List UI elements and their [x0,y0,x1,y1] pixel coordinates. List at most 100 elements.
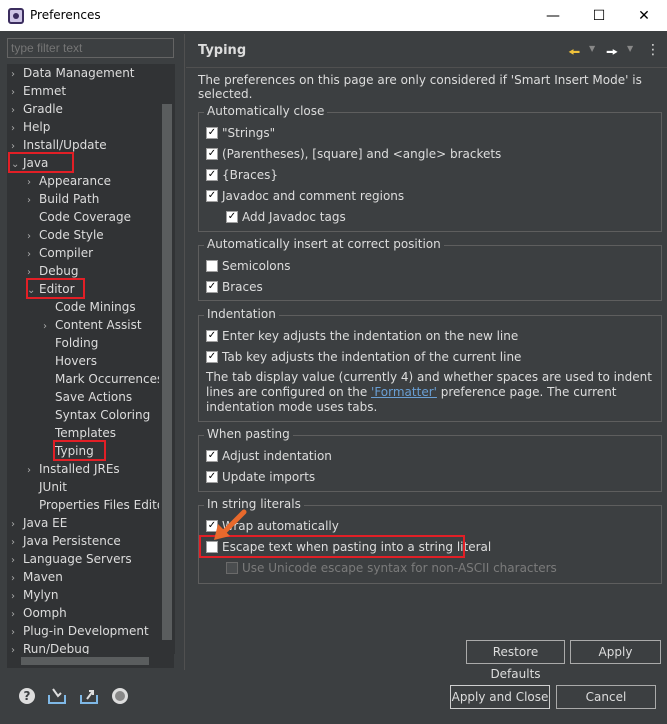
header-divider [186,67,667,68]
highlight-java [8,152,74,173]
view-menu-icon[interactable]: ⋮ [646,42,660,58]
checkbox-checked-icon[interactable]: ✓ [206,169,218,181]
tree-item-label: Hovers [55,354,98,368]
checkbox-checked-icon[interactable]: ✓ [206,127,218,139]
tree-item[interactable]: › Maven [11,568,63,586]
tree-item-label: JUnit [39,480,67,494]
tree-item-label: Compiler [39,246,94,260]
tree-item[interactable]: Folding [43,334,98,352]
tree-item-label: Data Management [23,66,135,80]
tree-item-label: Mylyn [23,588,59,602]
group-legend: Indentation [204,307,279,321]
back-arrow-icon[interactable]: 🠘 [568,42,580,66]
tree-item[interactable]: JUnit [27,478,67,496]
oomph-record-icon[interactable] [110,687,130,707]
close-button[interactable]: ✕ [621,0,667,31]
apply-and-close-button[interactable]: Apply and Close [450,685,550,709]
tree-item[interactable]: › Gradle [11,100,63,118]
scrollbar-thumb[interactable] [162,104,172,640]
tree-item[interactable]: Code Minings [43,298,136,316]
checkbox-checked-icon[interactable]: ✓ [206,190,218,202]
tree-item-label: Java EE [23,516,68,530]
tree-item[interactable]: › Emmet [11,82,66,100]
tree-item[interactable]: › Plug-in Development [11,622,149,640]
tree-item-label: Folding [55,336,99,350]
tree-item[interactable]: › Mylyn [11,586,59,604]
checkbox-checked-icon[interactable]: ✓ [206,450,218,462]
tree-item[interactable]: › Data Management [11,64,135,82]
forward-arrow-icon[interactable]: 🠚 [606,42,618,66]
window-title: Preferences [30,8,101,22]
tree-item[interactable]: › Build Path [27,190,99,208]
tree-item[interactable]: › Content Assist [43,316,142,334]
tree-item[interactable]: › Oomph [11,604,67,622]
checkbox-checked-icon[interactable]: ✓ [206,471,218,483]
collapsed-chevron-icon[interactable]: › [11,642,23,654]
group-legend: When pasting [204,427,293,441]
help-icon[interactable]: ? [17,687,37,707]
maximize-button[interactable]: ☐ [576,0,622,31]
tree-item[interactable]: › Code Style [27,226,104,244]
back-dropdown-icon[interactable]: ▼ [589,44,595,53]
checkbox-checked-icon[interactable]: ✓ [206,330,218,342]
tree-item-label: Code Minings [55,300,136,314]
forward-dropdown-icon[interactable]: ▼ [627,44,633,53]
checkbox-label: Enter key adjusts the indentation on the… [222,329,519,343]
checkbox-label: Braces [222,280,263,294]
checkbox-unchecked-icon[interactable] [206,260,218,272]
checkbox-checked-icon[interactable]: ✓ [206,351,218,363]
annotation-arrow-icon [214,509,247,540]
tree-item[interactable]: › Appearance [27,172,111,190]
tree-item[interactable]: › Language Servers [11,550,132,568]
minimize-button[interactable]: — [530,0,576,31]
tree-item-label: Java Persistence [23,534,121,548]
tree-item-label: Syntax Coloring [55,408,151,422]
tree-item-label: Appearance [39,174,112,188]
tree-item-label: Oomph [23,606,67,620]
highlight-typing [53,440,106,461]
checkbox-label: Add Javadoc tags [242,210,346,224]
cancel-button[interactable]: Cancel [556,685,656,709]
scrollbar-thumb[interactable] [21,657,149,665]
tree-item[interactable]: › Installed JREs [27,460,120,478]
tree-item[interactable]: Syntax Coloring [43,406,150,424]
tree-item[interactable]: › Help [11,118,50,136]
tree-item[interactable]: › Java Persistence [11,532,121,550]
checkbox-label: {Braces} [222,168,279,182]
tree-item[interactable]: Code Coverage [27,208,131,226]
tree-item-label: Mark Occurrences [55,372,164,386]
checkbox-label: "Strings" [222,126,276,140]
tree-item[interactable]: › Compiler [27,244,93,262]
tree-item[interactable]: Hovers [43,352,97,370]
checkbox-label: Javadoc and comment regions [222,189,405,203]
checkbox-label: Semicolons [222,259,291,273]
checkbox-checked-icon[interactable]: ✓ [206,281,218,293]
tree-item-label: Plug-in Development [23,624,149,638]
checkbox-label: Tab key adjusts the indentation of the c… [222,350,522,364]
tree-horizontal-scrollbar[interactable] [7,654,174,668]
import-icon[interactable] [47,687,67,707]
formatter-link[interactable]: 'Formatter' [371,385,437,399]
tree-item[interactable]: Save Actions [43,388,132,406]
restore-defaults-button[interactable]: Restore Defaults [466,640,565,681]
tree-item[interactable]: Properties Files Editor [27,496,169,514]
page-description: The preferences on this page are only co… [198,73,642,101]
tree-item-label: Build Path [39,192,100,206]
checkbox-checked-icon[interactable]: ✓ [226,211,238,223]
highlight-editor [26,278,85,299]
tree-item[interactable]: › Java EE [11,514,67,532]
tree-item[interactable]: Mark Occurrences [43,370,163,388]
checkbox-label: (Parentheses), [square] and <angle> brac… [222,147,502,161]
checkbox-label: Adjust indentation [222,449,332,463]
export-icon[interactable] [79,687,99,707]
tree-item-label: Maven [23,570,63,584]
indentation-info-text: The tab display value (currently 4) and … [206,370,656,415]
tree-vertical-scrollbar[interactable] [159,64,174,654]
checkbox-checked-icon[interactable]: ✓ [206,148,218,160]
pane-divider [184,34,185,670]
filter-input[interactable] [7,38,174,58]
tree-item-label: Code Style [39,228,104,242]
tree-item[interactable]: › Run/Debug [11,640,90,654]
tree-item-label: Installed JREs [39,462,120,476]
apply-button[interactable]: Apply [570,640,661,664]
